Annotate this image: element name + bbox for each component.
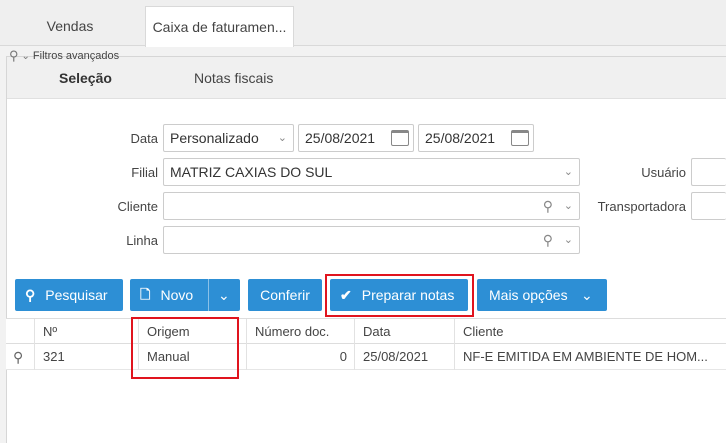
transportadora-label: Transportadora (597, 199, 686, 214)
search-icon[interactable]: ⚲ (543, 193, 553, 219)
advanced-filters-toggle[interactable]: ⚲ ⌄ Filtros avançados (9, 48, 119, 64)
column-header-numero-doc[interactable]: Número doc. (246, 319, 353, 345)
mais-opcoes-label: Mais opções (489, 287, 568, 303)
chevron-down-icon[interactable]: ⌄ (218, 279, 230, 311)
chevron-down-icon: ⌄ (581, 287, 593, 303)
table-header: Nº Origem Número doc. Data Cliente (6, 318, 726, 345)
data-mode-value: Personalizado (170, 130, 259, 146)
cliente-field[interactable]: ⚲ ⌄ (163, 192, 580, 220)
date-to-field[interactable]: 25/08/2021 (418, 124, 534, 152)
cell-data: 25/08/2021 (354, 344, 454, 370)
filial-label: Filial (131, 165, 158, 180)
top-tab-bar: Vendas Caixa de faturamen... (0, 0, 726, 47)
filial-select[interactable]: MATRIZ CAXIAS DO SUL ⌄ (163, 158, 580, 186)
search-icon[interactable]: ⚲ (543, 227, 553, 253)
cliente-label: Cliente (117, 199, 158, 214)
filial-value: MATRIZ CAXIAS DO SUL (170, 164, 333, 180)
pesquisar-label: Pesquisar (45, 287, 108, 303)
cell-numero-doc: 0 (246, 344, 353, 370)
table-row[interactable]: ⚲ 321 Manual 0 25/08/2021 NF-E EMITIDA E… (6, 344, 726, 370)
date-from-value: 25/08/2021 (305, 130, 376, 146)
chevron-down-icon: ⌄ (563, 166, 573, 178)
date-to-value: 25/08/2021 (425, 130, 496, 146)
chevron-down-icon: ⌄ (21, 50, 30, 62)
linha-field[interactable]: ⚲ ⌄ (163, 226, 580, 254)
tab-caixa-faturamento[interactable]: Caixa de faturamen... (145, 6, 294, 47)
novo-button[interactable]: 🗋 Novo ⌄ (130, 279, 240, 311)
data-mode-select[interactable]: Personalizado ⌄ (163, 124, 294, 152)
usuario-field[interactable] (691, 158, 726, 186)
tab-vendas[interactable]: Vendas (20, 6, 120, 46)
chevron-down-icon: ⌄ (563, 234, 573, 246)
tab-notas-fiscais[interactable]: Notas fiscais (194, 57, 273, 99)
search-icon[interactable]: ⚲ (13, 344, 23, 370)
advanced-filters-label: Filtros avançados (32, 50, 120, 62)
highlight-box-preparar (325, 274, 474, 317)
conferir-button[interactable]: Conferir (248, 279, 322, 311)
column-header-cliente[interactable]: Cliente (454, 319, 726, 345)
pesquisar-button[interactable]: ⚲ Pesquisar (15, 279, 123, 311)
chevron-down-icon: ⌄ (563, 200, 573, 212)
novo-label: Novo (160, 287, 194, 303)
highlight-box-origem (131, 317, 239, 379)
column-header-numero[interactable]: Nº (34, 319, 129, 345)
linha-label: Linha (126, 233, 158, 248)
date-from-field[interactable]: 25/08/2021 (298, 124, 414, 152)
cell-cliente: NF-E EMITIDA EM AMBIENTE DE HOM... (454, 344, 726, 370)
calendar-icon[interactable] (511, 130, 529, 146)
transportadora-field[interactable] (691, 192, 726, 220)
search-icon: ⚲ (25, 287, 36, 303)
usuario-label: Usuário (641, 165, 686, 180)
data-label: Data (130, 131, 158, 146)
cell-numero: 321 (34, 344, 129, 370)
calendar-icon[interactable] (391, 130, 409, 146)
search-icon: ⚲ (9, 48, 19, 63)
conferir-label: Conferir (260, 287, 310, 303)
chevron-down-icon: ⌄ (277, 132, 287, 144)
column-header-data[interactable]: Data (354, 319, 454, 345)
document-icon: 🗋 (140, 287, 151, 302)
mais-opcoes-button[interactable]: Mais opções ⌄ (477, 279, 607, 311)
